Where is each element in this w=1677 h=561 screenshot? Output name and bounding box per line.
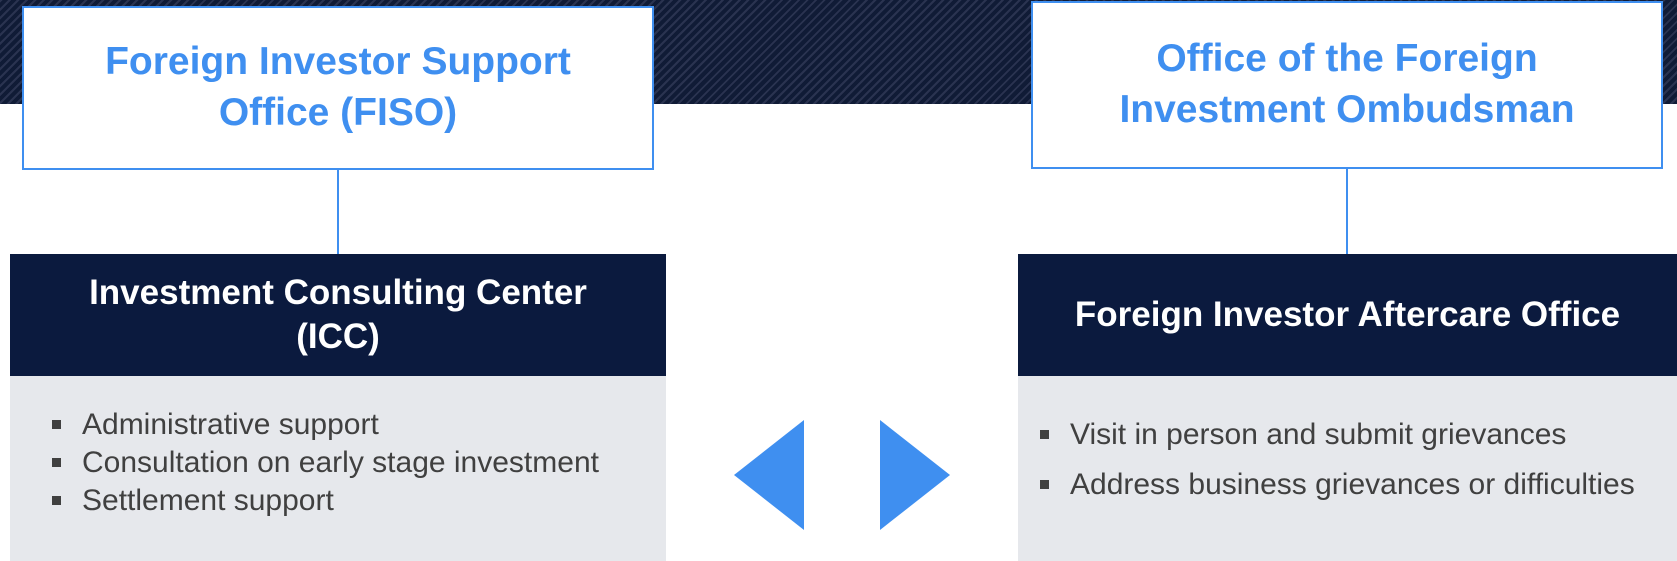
ombudsman-title-line-1: Office of the Foreign [1156,37,1538,81]
list-item-text: Settlement support [82,484,334,517]
list-item: Administrative support [46,406,666,444]
aftercare-header: Foreign Investor Aftercare Office [1018,254,1677,376]
icc-header-line-1: Investment Consulting Center [89,273,587,313]
list-item-text: Address business grievances or difficult… [1070,468,1635,501]
list-item-text: Consultation on early stage investment [82,446,599,479]
ombudsman-title-line-2: Investment Ombudsman [1119,88,1575,131]
list-item-text: Administrative support [82,408,379,441]
fiso-title-box: Foreign Investor Support Office (FISO) [22,6,654,170]
list-item: Consultation on early stage investment [46,444,666,482]
square-bullet-icon [52,420,61,429]
ombudsman-connector-line [1346,169,1348,254]
square-bullet-icon [52,496,61,505]
icc-header-line-2: (ICC) [296,317,380,356]
fiso-title: Foreign Investor Support Office (FISO) [105,37,571,138]
ombudsman-title: Office of the Foreign Investment Ombudsm… [1119,34,1574,135]
ombudsman-title-box: Office of the Foreign Investment Ombudsm… [1031,1,1663,169]
list-item-text: Visit in person and submit grievances [1070,418,1567,451]
square-bullet-icon [1040,480,1049,489]
fiso-connector-line [337,170,339,254]
fiso-title-line-1: Foreign Investor Support [105,40,571,84]
triangle-left-icon [734,420,804,530]
triangle-right-icon [880,420,950,530]
aftercare-services-list: Visit in person and submit grievances Ad… [1018,376,1677,561]
list-item: Settlement support [46,482,666,520]
aftercare-header-line-1: Foreign Investor Aftercare Office [1074,295,1621,335]
square-bullet-icon [52,458,61,467]
icc-services-list: Administrative support Consultation on e… [10,376,666,561]
list-item: Visit in person and submit grievances [1034,416,1677,454]
square-bullet-icon [1040,430,1049,439]
list-item: Address business grievances or difficult… [1034,466,1677,504]
icc-header: Investment Consulting Center (ICC) [10,254,666,376]
fiso-title-line-2: Office (FISO) [218,91,458,134]
